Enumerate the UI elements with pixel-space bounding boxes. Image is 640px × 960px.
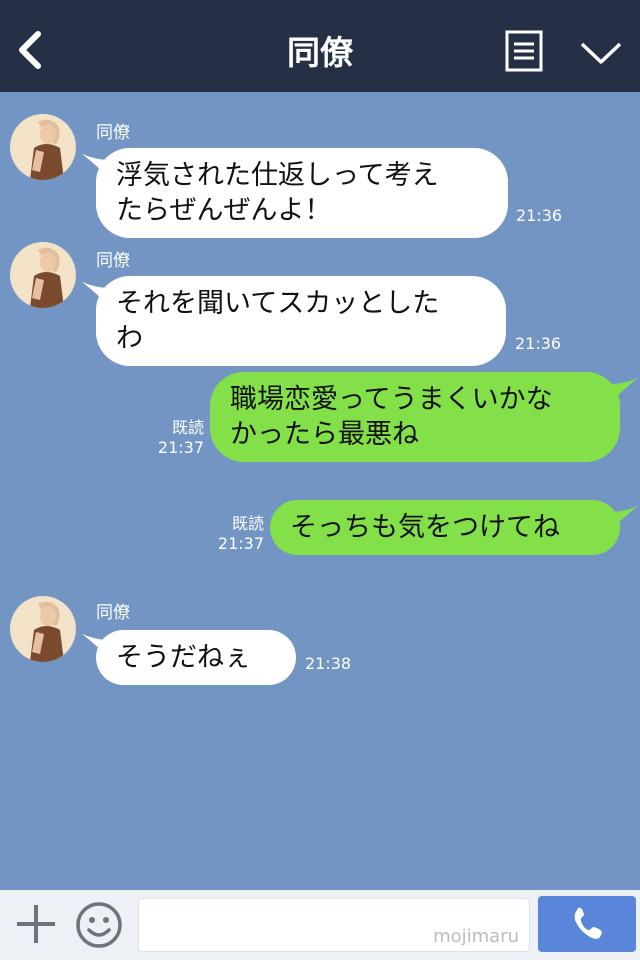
read-label: 既読 (231, 514, 264, 533)
avatar[interactable] (10, 242, 76, 308)
message-line: 職場恋愛ってうまくいかな (230, 384, 553, 415)
message-line: かったら最悪ね (230, 419, 419, 450)
chat-header: 同僚 (0, 0, 640, 92)
chat-title: 同僚 (287, 33, 353, 72)
message-line: それを聞いてスカッとした (116, 288, 440, 319)
message-time: 21:36 (516, 206, 563, 225)
sender-name: 同僚 (96, 123, 130, 143)
message-bubble[interactable]: それを聞いてスカッとした わ (96, 276, 506, 366)
message-line: そうだねぇ (116, 642, 251, 673)
message-line: 浮気された仕返しって考え (116, 160, 439, 191)
chat-area[interactable]: 同僚 浮気された仕返しって考え たらぜんぜんよ！ 21:36 同僚 それを聞いて… (0, 92, 640, 890)
message-time: 21:37 (157, 438, 204, 457)
message-bubble[interactable]: そうだねぇ (96, 630, 296, 685)
smiley-icon[interactable] (74, 900, 124, 950)
sender-name: 同僚 (96, 251, 130, 271)
read-label: 既読 (171, 418, 204, 437)
sender-name: 同僚 (96, 603, 130, 623)
message-line: たらぜんぜんよ！ (116, 195, 332, 226)
bubble-tail (610, 506, 638, 532)
avatar[interactable] (10, 114, 76, 180)
message-line: わ (116, 323, 143, 354)
phone-icon (574, 907, 602, 939)
avatar[interactable] (10, 596, 76, 662)
read-receipt: 既読 21:37 (210, 514, 264, 554)
message-bubble[interactable]: 職場恋愛ってうまくいかな かったら最悪ね (210, 372, 620, 462)
message-bubble[interactable]: 浮気された仕返しって考え たらぜんぜんよ！ (96, 148, 508, 238)
message-input[interactable]: mojimaru (138, 898, 530, 952)
message-time: 21:37 (217, 534, 264, 553)
message-time: 21:38 (305, 654, 352, 673)
call-button[interactable] (538, 896, 636, 952)
menu-list-icon[interactable] (505, 30, 543, 72)
message-time: 21:36 (515, 334, 562, 353)
plus-icon[interactable] (14, 902, 58, 946)
message-line: そっちも気をつけてね (290, 512, 560, 543)
bubble-tail (610, 378, 638, 404)
message-bubble[interactable]: そっちも気をつけてね (270, 500, 620, 555)
read-receipt: 既読 21:37 (150, 418, 204, 458)
chevron-down-icon[interactable] (578, 38, 624, 68)
input-bar: mojimaru (0, 890, 640, 960)
